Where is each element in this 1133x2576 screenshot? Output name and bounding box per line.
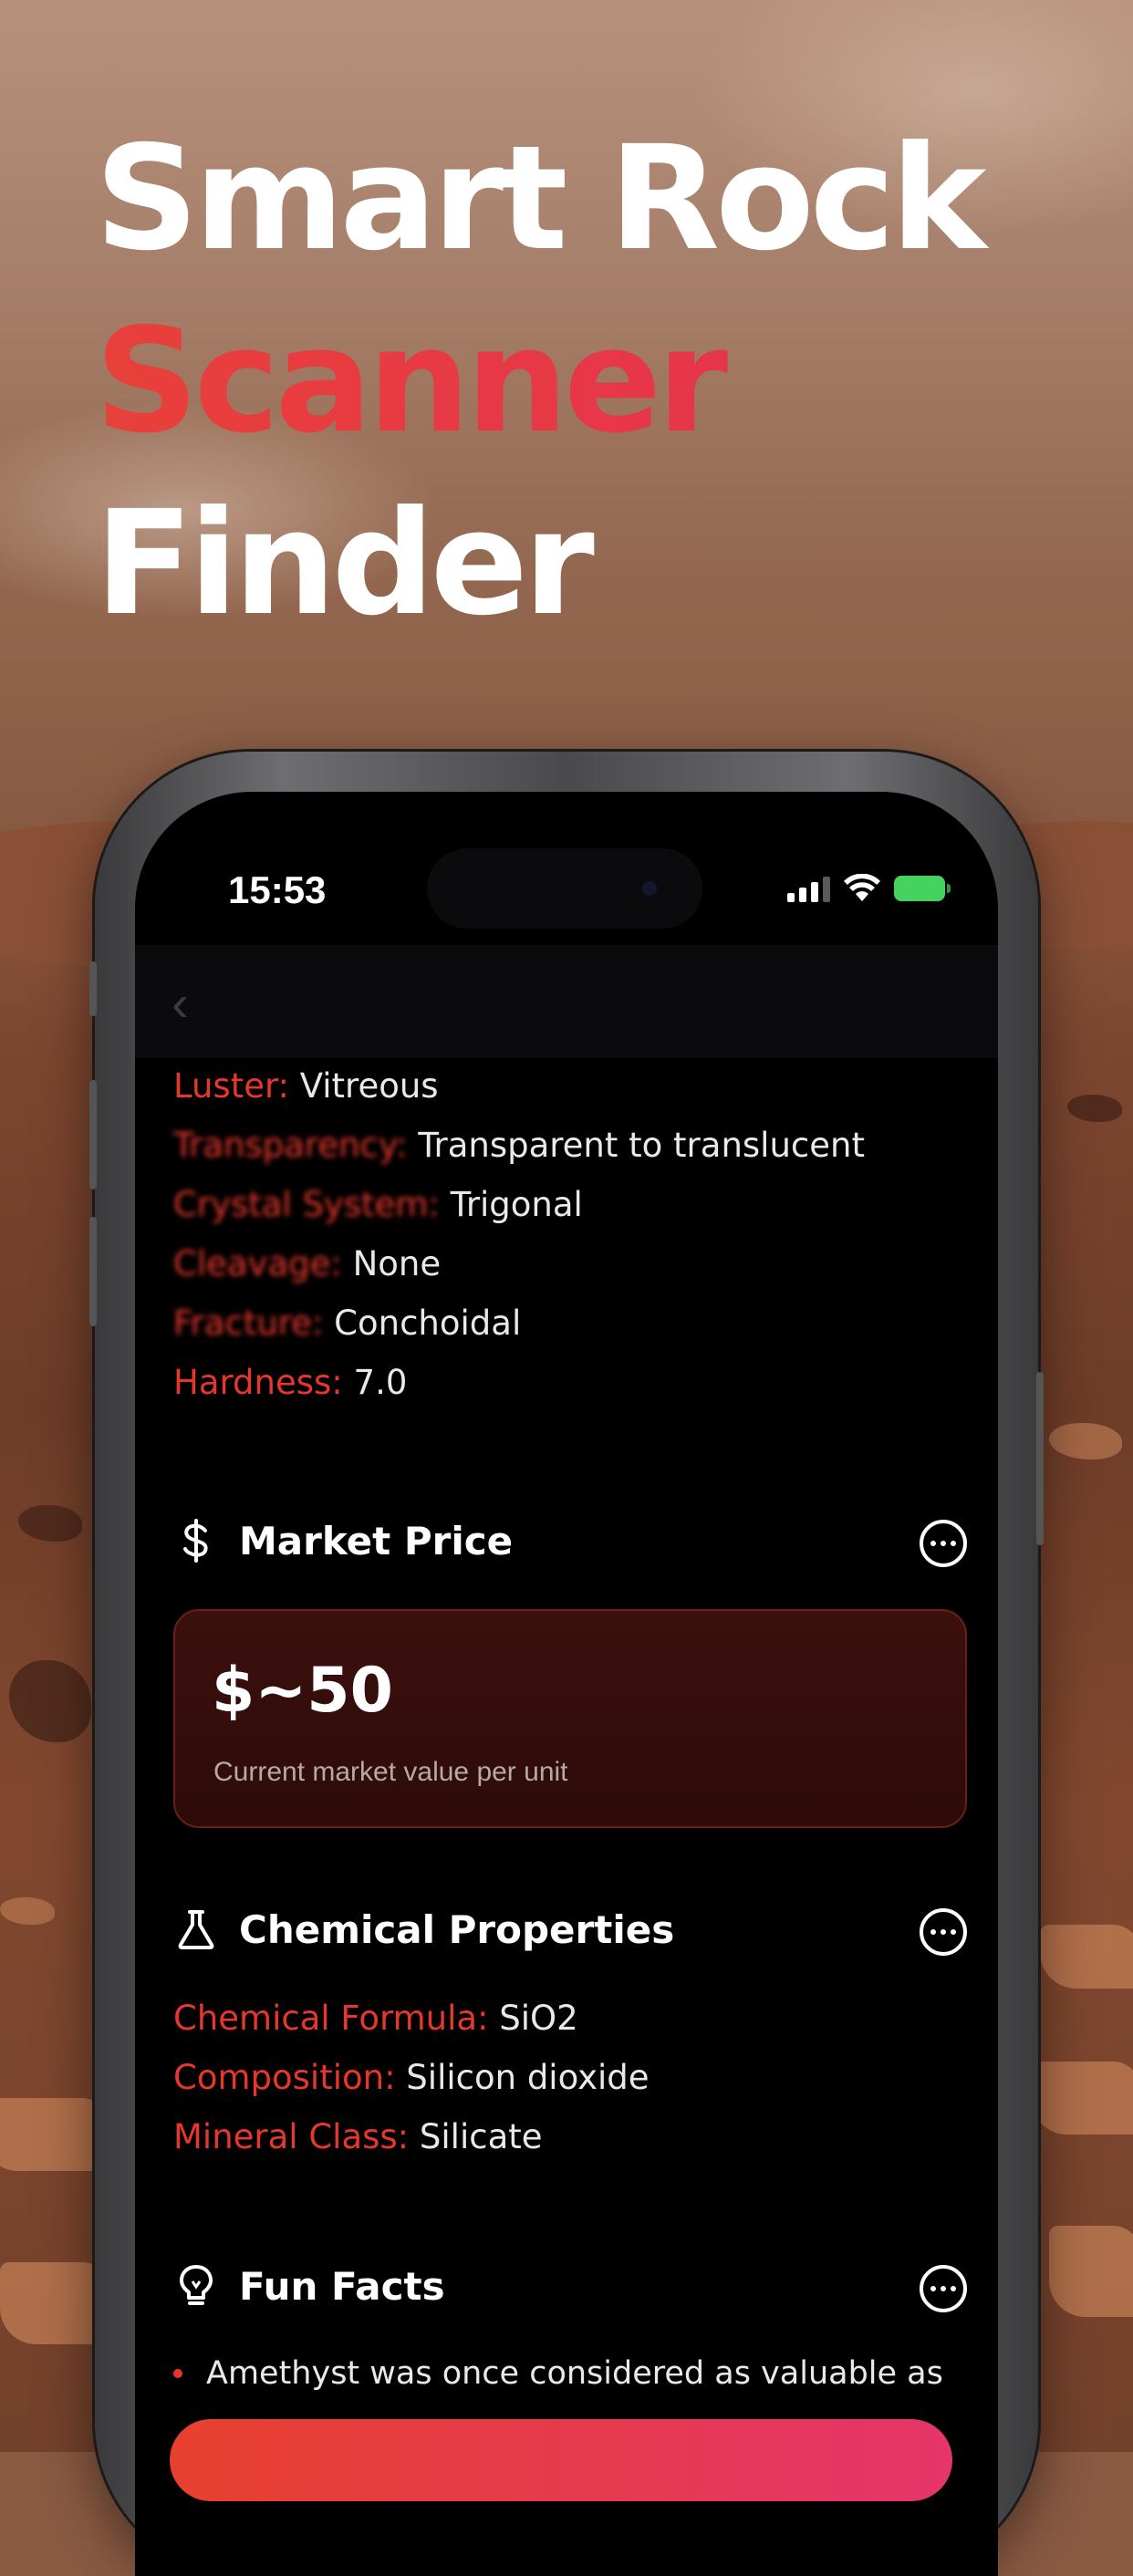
camera-icon <box>637 876 662 901</box>
property-value: 7.0 <box>342 1363 408 1402</box>
dynamic-island <box>427 848 702 929</box>
headline-line2: Scanner <box>95 290 982 473</box>
more-icon[interactable] <box>920 1908 967 1956</box>
property-value: Vitreous <box>289 1066 439 1106</box>
property-key: Luster: <box>173 1066 289 1106</box>
chemical-key: Mineral Class: <box>173 2117 410 2156</box>
property-row: Crystal System: Trigonal <box>173 1175 967 1234</box>
property-key: Crystal System: <box>173 1185 440 1224</box>
phone-frame: 15:53 ‹ Luster: Vitreous Transparency: T… <box>89 752 1044 2576</box>
flask-icon <box>173 1906 219 1952</box>
chevron-left-icon[interactable]: ‹ <box>172 976 226 1031</box>
headline-line3: Finder <box>95 480 595 648</box>
chemical-row: Composition: Silicon dioxide <box>173 2048 967 2107</box>
nav-bar: ‹ <box>135 945 998 1058</box>
rock-details: Luster: Vitreous Transparency: Transpare… <box>173 1056 967 2396</box>
property-row: Transparency: Transparent to translucent <box>173 1116 967 1175</box>
property-key: Fracture: <box>173 1304 324 1343</box>
lightbulb-icon <box>173 2263 219 2309</box>
phone-side-button <box>89 1080 97 1189</box>
price-card: $~50 Current market value per unit <box>173 1609 967 1828</box>
chemical-row: Chemical Formula: SiO2 <box>173 1989 967 2048</box>
phone-side-button <box>89 961 97 1016</box>
price-value: $~50 <box>212 1655 393 1727</box>
status-time: 15:53 <box>228 868 327 911</box>
property-key: Cleavage: <box>173 1244 342 1283</box>
property-row: Cleavage: None <box>173 1234 967 1293</box>
more-icon[interactable] <box>920 1520 967 1567</box>
rock <box>1031 2062 1133 2135</box>
rock <box>1049 2226 1133 2317</box>
fun-fact-item: Amethyst was once considered as valuable… <box>173 2351 967 2396</box>
signal-icon <box>787 875 830 902</box>
chemical-key: Composition: <box>173 2058 396 2097</box>
fun-facts-list: Amethyst was once considered as valuable… <box>173 2351 967 2396</box>
chemical-properties-title: Chemical Properties <box>239 1906 675 1952</box>
headline-line1: Smart Rock <box>95 115 986 283</box>
phone-screen: 15:53 ‹ Luster: Vitreous Transparency: T… <box>135 792 998 2576</box>
rock <box>0 2098 109 2171</box>
property-row: Fracture: Conchoidal <box>173 1293 967 1353</box>
fun-facts-title: Fun Facts <box>239 2263 445 2309</box>
market-price-title: Market Price <box>239 1518 514 1563</box>
more-icon[interactable] <box>920 2265 967 2312</box>
fun-facts-header: Fun Facts <box>173 2245 967 2327</box>
property-value: None <box>341 1244 442 1283</box>
rock <box>1040 1925 1133 1989</box>
property-value: Trigonal <box>439 1185 583 1224</box>
chemical-value: SiO2 <box>488 1999 578 2038</box>
price-subtitle: Current market value per unit <box>213 1757 568 1787</box>
primary-action-button[interactable] <box>170 2419 952 2501</box>
status-icons <box>787 870 951 907</box>
market-price-header: Market Price <box>173 1500 967 1582</box>
rock <box>0 2262 109 2344</box>
property-key: Transparency: <box>173 1126 408 1165</box>
chemical-key: Chemical Formula: <box>173 1999 489 2038</box>
property-value: Conchoidal <box>323 1304 522 1343</box>
wifi-icon <box>844 874 880 901</box>
chemical-list: Chemical Formula: SiO2 Composition: Sili… <box>173 1989 967 2166</box>
chemical-value: Silicon dioxide <box>395 2058 650 2097</box>
phone-side-button <box>89 1217 97 1326</box>
property-row: Luster: Vitreous <box>173 1056 967 1116</box>
dollar-icon <box>173 1518 219 1563</box>
phone-side-button <box>1036 1372 1044 1545</box>
chemical-value: Silicate <box>409 2117 543 2156</box>
property-value: Transparent to translucent <box>407 1126 865 1165</box>
battery-icon <box>894 876 951 901</box>
chemical-properties-header: Chemical Properties <box>173 1888 967 1970</box>
property-row: Hardness: 7.0 <box>173 1353 967 1412</box>
property-key: Hardness: <box>173 1363 343 1402</box>
chemical-row: Mineral Class: Silicate <box>173 2107 967 2166</box>
headline: Smart Rock Scanner Finder <box>95 108 986 655</box>
